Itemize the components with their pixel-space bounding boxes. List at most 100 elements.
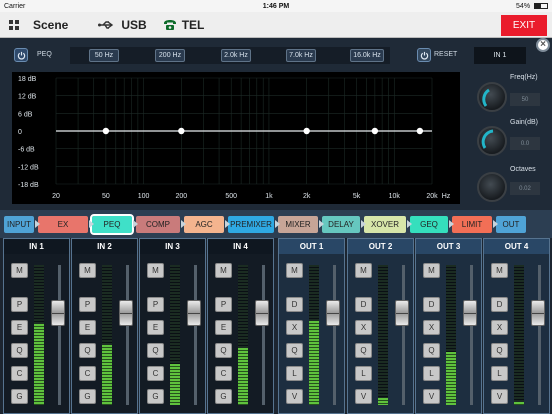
channel-name: IN 1 (4, 239, 69, 254)
volume-fader[interactable] (187, 299, 201, 326)
module-input[interactable]: INPUT (4, 215, 40, 233)
module-peq[interactable]: PEQ (90, 213, 138, 235)
channel-button-x[interactable]: X (491, 320, 508, 335)
channel-button-e[interactable]: E (11, 320, 28, 335)
module-out[interactable]: OUT (496, 215, 526, 233)
level-meter (34, 265, 44, 405)
channel-button-m[interactable]: M (355, 263, 372, 278)
channel-button-g[interactable]: G (11, 389, 28, 404)
channel-button-m[interactable]: M (215, 263, 232, 278)
volume-fader[interactable] (463, 299, 477, 326)
channel-button-v[interactable]: V (286, 389, 303, 404)
octaves-value[interactable]: 0.02 (510, 182, 540, 195)
module-delay[interactable]: DELAY (322, 215, 366, 233)
module-premixer[interactable]: PREMIXER (228, 215, 280, 233)
channel-button-p[interactable]: P (215, 297, 232, 312)
chain-arrow-icon (319, 219, 324, 228)
channel-button-e[interactable]: E (147, 320, 164, 335)
channel-button-q[interactable]: Q (355, 343, 372, 358)
reset-button[interactable]: RESET (434, 51, 457, 58)
channel-button-m[interactable]: M (147, 263, 164, 278)
channel-button-x[interactable]: X (355, 320, 372, 335)
module-xover[interactable]: XOVER (364, 215, 412, 233)
band-button-4[interactable]: 7.0k Hz (286, 49, 316, 62)
scene-button[interactable]: Scene (33, 18, 68, 32)
channel-button-q[interactable]: Q (147, 343, 164, 358)
module-mixer[interactable]: MIXER (278, 215, 324, 233)
module-ex[interactable]: EX (38, 215, 94, 233)
module-geq[interactable]: GEQ (410, 215, 454, 233)
peq-power-button[interactable] (14, 48, 28, 62)
channel-button-c[interactable]: C (215, 366, 232, 381)
volume-fader[interactable] (531, 299, 545, 326)
module-agc[interactable]: AGC (184, 215, 230, 233)
channel-button-q[interactable]: Q (491, 343, 508, 358)
channel-button-d[interactable]: D (355, 297, 372, 312)
channel-button-p[interactable]: P (11, 297, 28, 312)
channel-select[interactable]: IN 1 (474, 47, 526, 64)
band-button-5[interactable]: 16.0k Hz (350, 49, 384, 62)
channel-button-g[interactable]: G (147, 389, 164, 404)
channel-button-l[interactable]: L (491, 366, 508, 381)
module-limit[interactable]: LIMIT (452, 215, 498, 233)
channel-button-p[interactable]: P (79, 297, 96, 312)
channel-button-m[interactable]: M (79, 263, 96, 278)
channel-button-e[interactable]: E (215, 320, 232, 335)
band-button-2[interactable]: 200 Hz (155, 49, 185, 62)
module-label: PREMIXER (230, 219, 272, 229)
app-root: Carrier 1:46 PM 54% Scene USB TEL EXIT P… (0, 0, 552, 414)
gain-value[interactable]: 0.0 (510, 137, 540, 150)
band-button-1[interactable]: 50 Hz (89, 49, 119, 62)
channel-button-l[interactable]: L (423, 366, 440, 381)
channel-button-m[interactable]: M (286, 263, 303, 278)
channel-button-q[interactable]: Q (11, 343, 28, 358)
freq-knob[interactable] (477, 82, 507, 112)
channel-button-c[interactable]: C (147, 366, 164, 381)
channel-button-d[interactable]: D (286, 297, 303, 312)
channel-button-d[interactable]: D (423, 297, 440, 312)
channel-button-d[interactable]: D (491, 297, 508, 312)
channel-button-q[interactable]: Q (215, 343, 232, 358)
volume-fader[interactable] (119, 299, 133, 326)
channel-button-q[interactable]: Q (79, 343, 96, 358)
gain-knob[interactable] (477, 126, 507, 156)
octaves-knob[interactable] (477, 172, 507, 202)
close-icon[interactable]: × (536, 38, 550, 52)
menu-grid-icon[interactable] (9, 19, 19, 30)
channel-strip-in-1: IN 1 M PEQCG (3, 238, 70, 414)
channel-button-v[interactable]: V (423, 389, 440, 404)
channel-button-c[interactable]: C (11, 366, 28, 381)
channel-button-q[interactable]: Q (423, 343, 440, 358)
volume-fader[interactable] (395, 299, 409, 326)
channel-button-l[interactable]: L (355, 366, 372, 381)
channel-button-g[interactable]: G (79, 389, 96, 404)
channel-button-g[interactable]: G (215, 389, 232, 404)
tel-button[interactable]: TEL (163, 18, 204, 32)
eq-graph[interactable]: 18 dB 12 dB 6 dB 0 -6 dB -12 dB -18 dB 20 50 100 2… (12, 72, 460, 204)
channel-button-m[interactable]: M (11, 263, 28, 278)
channel-button-v[interactable]: V (355, 389, 372, 404)
channel-button-v[interactable]: V (491, 389, 508, 404)
freq-value[interactable]: 50 (510, 93, 540, 106)
channel-button-q[interactable]: Q (286, 343, 303, 358)
channel-button-l[interactable]: L (286, 366, 303, 381)
band-button-3[interactable]: 2.0k Hz (221, 49, 251, 62)
volume-fader[interactable] (51, 299, 65, 326)
channel-button-m[interactable]: M (423, 263, 440, 278)
channel-button-p[interactable]: P (147, 297, 164, 312)
module-comp[interactable]: COMP (136, 215, 186, 233)
level-meter (102, 265, 112, 405)
channel-button-c[interactable]: C (79, 366, 96, 381)
channel-button-m[interactable]: M (491, 263, 508, 278)
channel-button-e[interactable]: E (79, 320, 96, 335)
exit-button[interactable]: EXIT (501, 15, 547, 36)
channel-button-x[interactable]: X (286, 320, 303, 335)
reset-icon-button[interactable] (417, 48, 431, 62)
volume-fader[interactable] (255, 299, 269, 326)
channel-button-x[interactable]: X (423, 320, 440, 335)
y-tick-label: -12 dB (18, 164, 39, 171)
volume-fader[interactable] (326, 299, 340, 326)
channel-name: OUT 3 (416, 239, 481, 254)
meter-level (446, 351, 456, 405)
usb-button[interactable]: USB (98, 18, 147, 32)
